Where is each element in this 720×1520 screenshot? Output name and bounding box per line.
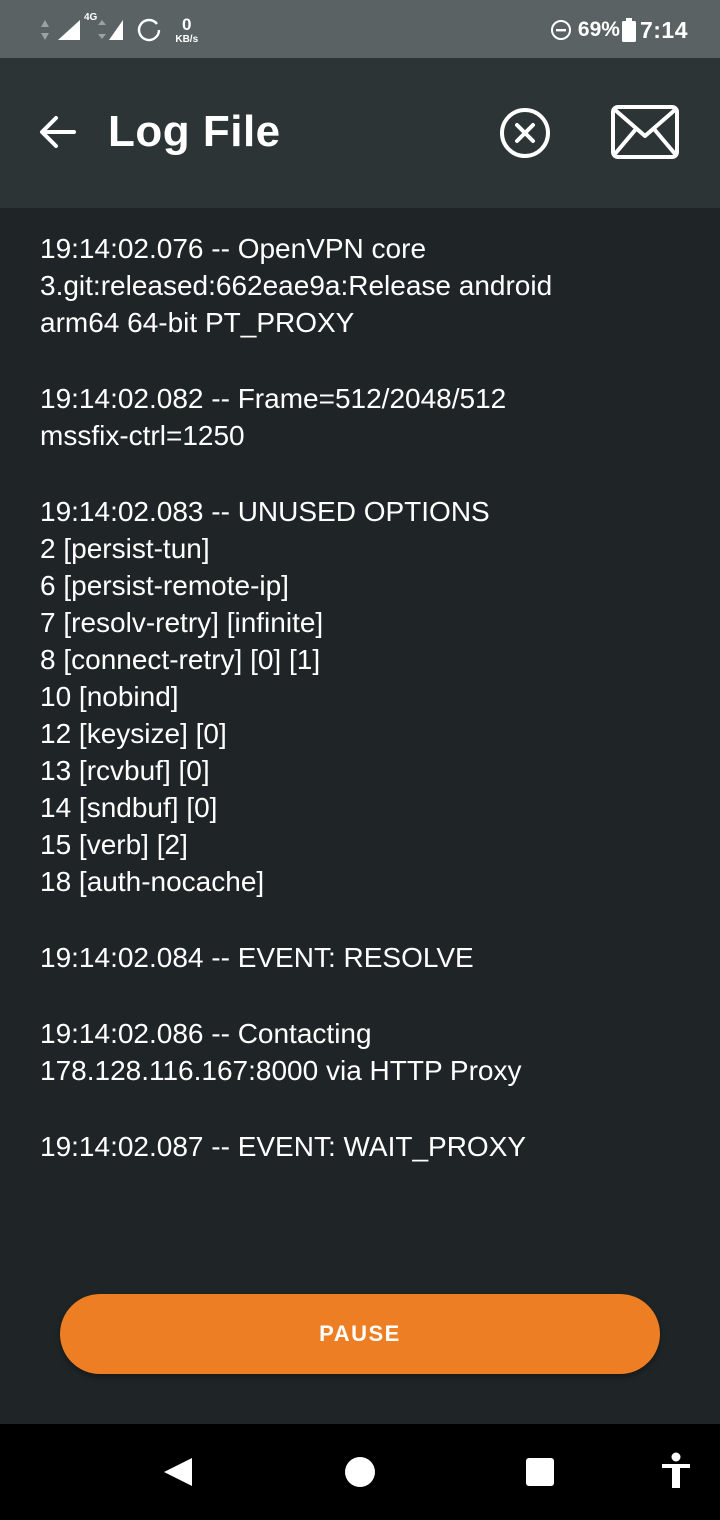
send-log-button[interactable] [610,104,680,160]
network-speed-value: 0 [182,14,192,34]
data-arrows-icon [41,20,49,40]
signal-strength-2-icon [98,20,124,40]
clear-log-button[interactable] [498,106,552,160]
status-bar: 4G 0 KB/s 69% 7:14 [0,0,720,58]
log-content: 19:14:02.076 -- OpenVPN core 3.git:relea… [40,230,690,1204]
accessibility-button[interactable] [660,1452,692,1495]
log-entry: 19:14:02.084 -- EVENT: RESOLVE [40,942,474,973]
log-entry: 19:14:02.087 -- EVENT: WAIT_PROXY [40,1131,527,1162]
mail-icon [611,105,679,159]
do-not-disturb-icon [550,20,571,40]
status-right: 69% 7:14 [550,14,688,46]
network-speed: 0 KB/s [175,16,198,45]
pause-button[interactable]: PAUSE [60,1294,660,1374]
status-left: 4G 0 KB/s [40,12,198,46]
arrow-back-icon [40,116,76,148]
log-entry: 19:14:02.083 -- UNUSED OPTIONS 2 [persis… [40,496,490,897]
back-button[interactable] [36,110,80,154]
log-entry: 19:14:02.086 -- Contacting 178.128.116.1… [40,1018,522,1086]
triangle-back-icon [164,1458,192,1486]
log-entry: 19:14:02.076 -- OpenVPN core 3.git:relea… [40,233,553,338]
sync-icon [138,18,161,42]
page-title: Log File [108,107,281,156]
close-circle-icon [500,108,550,158]
nav-recents-button[interactable] [526,1458,554,1486]
battery-icon [621,18,636,42]
nav-home-button[interactable] [345,1457,375,1487]
navigation-bar [0,1424,720,1520]
accessibility-icon [662,1452,690,1488]
log-entry: 19:14:02.082 -- Frame=512/2048/512 mssfi… [40,383,507,451]
signal-strength-icon [58,20,80,40]
app-toolbar: Log File [0,58,720,208]
nav-back-button[interactable] [162,1456,194,1493]
battery-percent: 69% [577,18,620,41]
network-speed-unit: KB/s [175,33,199,45]
clock: 7:14 [639,16,688,43]
network-type-badge: 4G [84,12,98,23]
